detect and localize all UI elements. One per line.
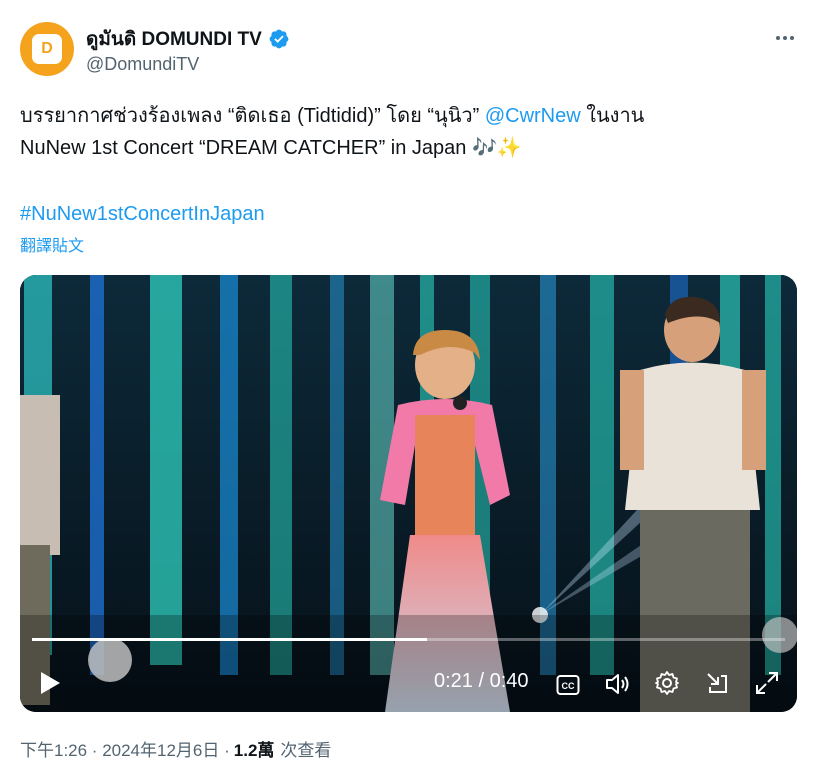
tweet-footer: 下午1:26 · 2024年12月6日 · 1.2萬 次查看 xyxy=(20,736,331,761)
avatar[interactable]: D xyxy=(20,22,74,76)
hashtag-link[interactable]: #NuNew1stConcertInJapan xyxy=(20,198,265,230)
video-progress-fill xyxy=(32,638,428,641)
more-options-button[interactable] xyxy=(773,26,797,50)
captions-button[interactable]: CC xyxy=(556,674,580,696)
tweet-timestamp[interactable]: 下午1:26 · 2024年12月6日 · xyxy=(20,736,230,761)
avatar-logo: D xyxy=(32,34,62,64)
tweet-line-1: บรรยากาศช่วงร้องเพลง “ติดเธอ (Tidtidid)”… xyxy=(20,100,800,132)
captions-icon: CC xyxy=(556,675,580,695)
views-count[interactable]: 1.2萬 xyxy=(234,736,275,761)
author-handle[interactable]: @DomundiTV xyxy=(86,54,199,75)
volume-icon xyxy=(606,674,629,694)
fullscreen-icon xyxy=(756,672,778,694)
views-label: 次查看 xyxy=(280,741,332,760)
fullscreen-button[interactable] xyxy=(754,670,780,696)
tweet-text-prefix: บรรยากาศช่วงร้องเพลง “ติดเธอ (Tidtidid)”… xyxy=(20,105,485,127)
more-icon xyxy=(776,36,794,40)
settings-button[interactable] xyxy=(654,670,680,696)
mention-link[interactable]: @CwrNew xyxy=(485,105,581,127)
play-icon xyxy=(41,672,60,694)
tweet-text: บรรยากาศช่วงร้องเพลง “ติดเธอ (Tidtidid)”… xyxy=(20,100,800,164)
play-button[interactable] xyxy=(38,670,62,696)
svg-text:CC: CC xyxy=(562,681,575,691)
pip-icon xyxy=(707,673,727,693)
translate-post-link[interactable]: 翻譯貼文 xyxy=(20,232,84,256)
video-frame xyxy=(20,275,797,712)
display-name[interactable]: ดูมันดิ DOMUNDI TV xyxy=(86,24,262,54)
video-progress-bar[interactable] xyxy=(32,638,785,641)
video-player[interactable]: 0:21 / 0:40 CC xyxy=(20,275,797,712)
tweet-line-2: NuNew 1st Concert “DREAM CATCHER” in Jap… xyxy=(20,137,522,159)
author-name-row[interactable]: ดูมันดิ DOMUNDI TV xyxy=(86,24,290,54)
volume-button[interactable] xyxy=(604,672,632,696)
minimize-player-button[interactable] xyxy=(704,670,730,696)
video-controls: 0:21 / 0:40 CC xyxy=(20,650,797,712)
tweet-text-suffix: ในงาน xyxy=(580,105,645,127)
gear-icon xyxy=(655,671,679,695)
avatar-letters: D xyxy=(41,40,53,57)
verified-badge-icon xyxy=(269,29,289,49)
video-time: 0:21 / 0:40 xyxy=(434,670,529,692)
